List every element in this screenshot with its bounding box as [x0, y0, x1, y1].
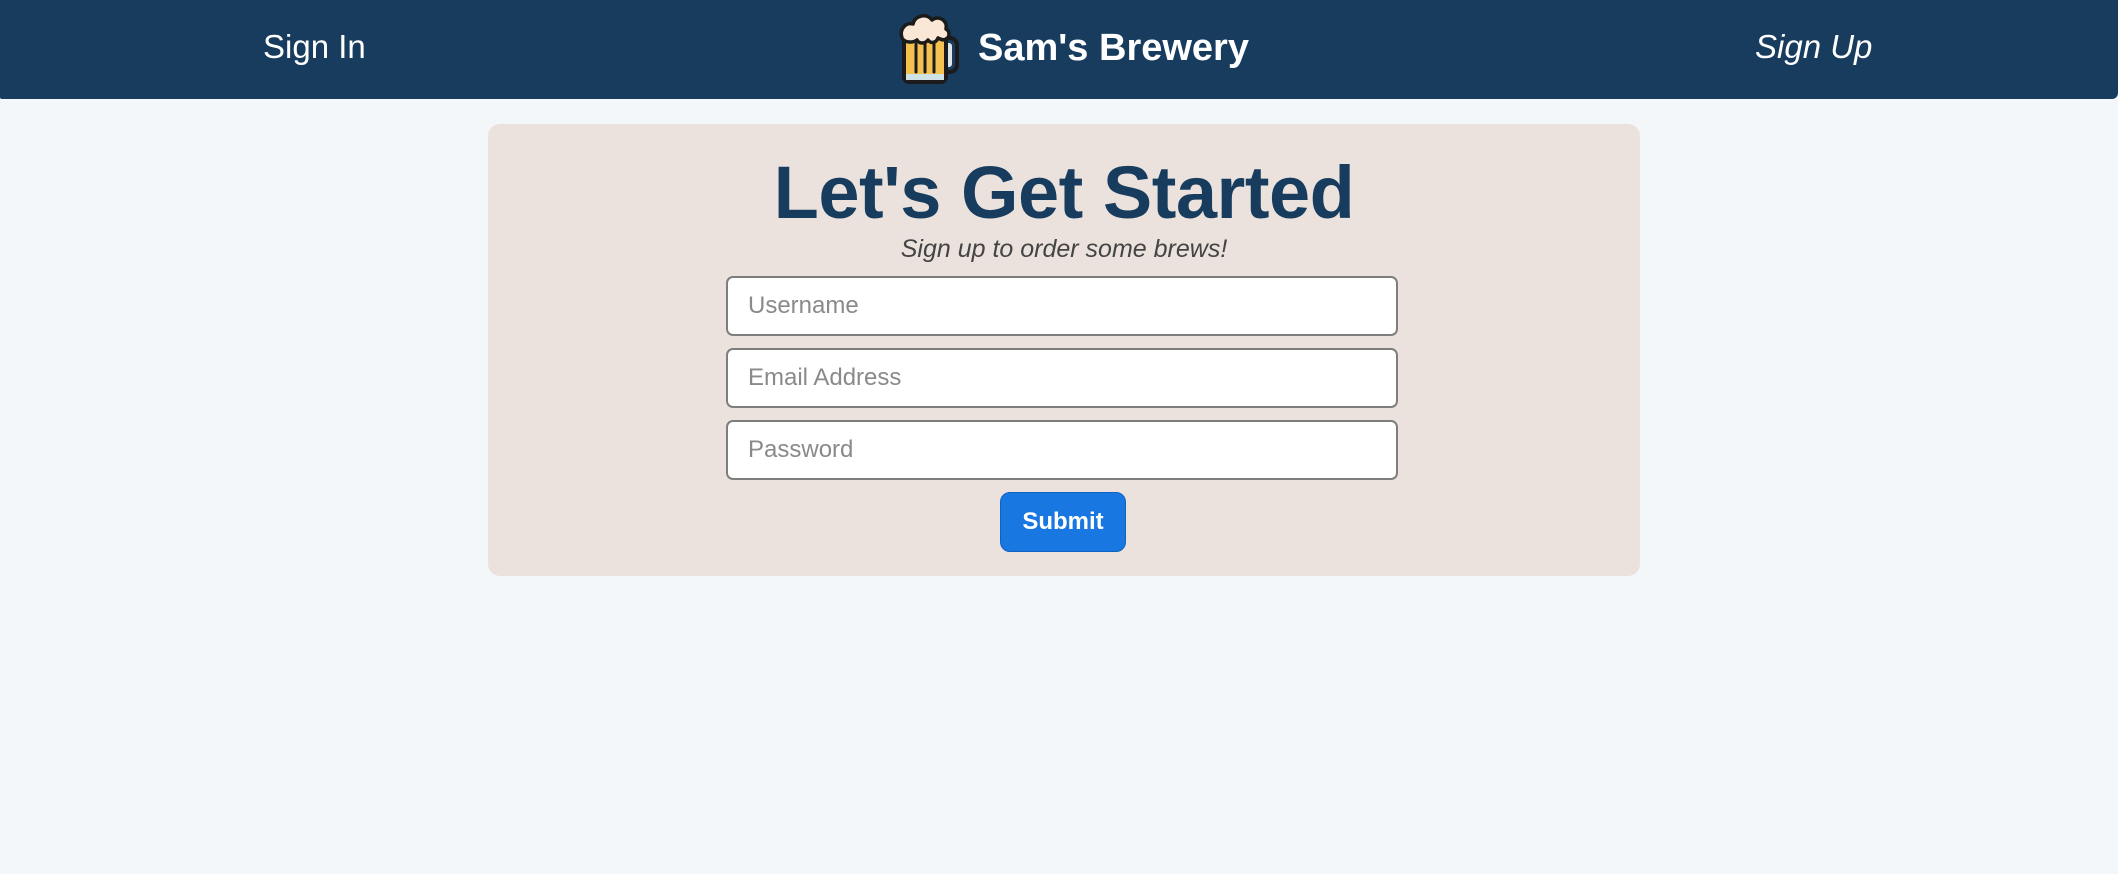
submit-button[interactable]: Submit — [1000, 492, 1126, 552]
brand-name: Sam's Brewery — [978, 27, 1249, 69]
sign-in-link[interactable]: Sign In — [263, 0, 366, 94]
beer-mug-icon — [899, 14, 959, 84]
password-field[interactable] — [726, 420, 1398, 480]
username-field[interactable] — [726, 276, 1398, 336]
email-field[interactable] — [726, 348, 1398, 408]
top-navbar: Sign In Sam's Brewery Sign Up — [0, 0, 2118, 99]
brand-home-link[interactable]: Sam's Brewery — [896, 10, 1249, 86]
page-subtitle: Sign up to order some brews! — [900, 235, 1228, 263]
signup-card: Let's Get Started Sign up to order some … — [488, 124, 1640, 576]
page-title: Let's Get Started — [773, 151, 1355, 234]
sign-up-link[interactable]: Sign Up — [1755, 0, 1872, 94]
